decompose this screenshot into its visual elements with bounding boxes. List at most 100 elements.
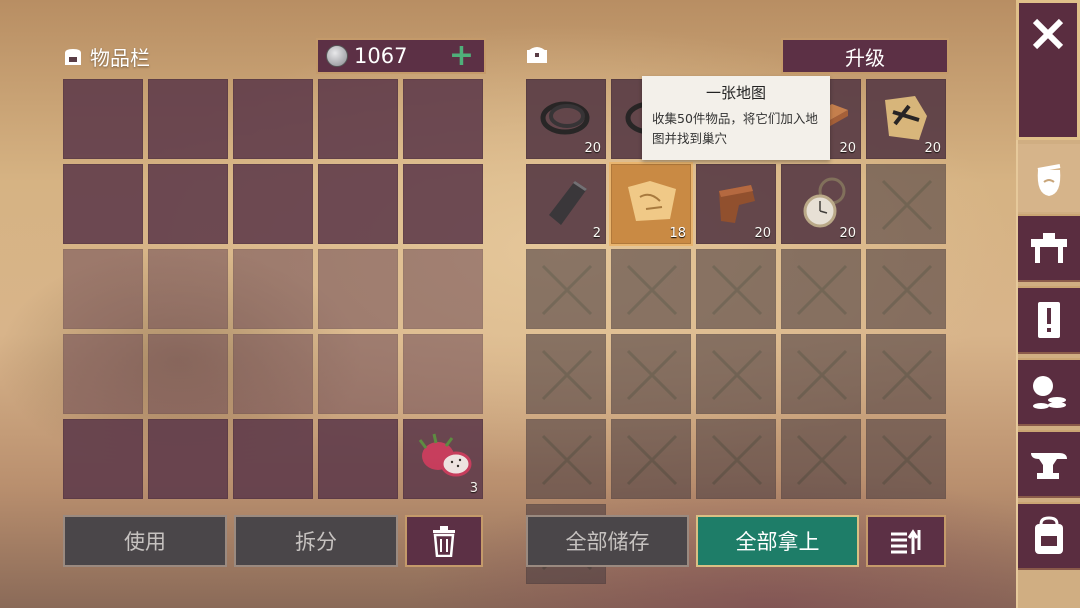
map-fragment-icon bbox=[885, 96, 927, 140]
add-currency-button[interactable]: + bbox=[449, 38, 474, 73]
whetstone-icon bbox=[549, 181, 587, 225]
locked-x-icon bbox=[626, 264, 678, 316]
inventory-slot[interactable] bbox=[63, 419, 143, 499]
inventory-slot[interactable] bbox=[403, 249, 483, 329]
currency-amount: 1067 bbox=[354, 44, 408, 68]
currency-box: 1067 + bbox=[316, 38, 486, 74]
take-all-button[interactable]: 全部拿上 bbox=[696, 515, 859, 567]
leather-icon bbox=[719, 185, 755, 223]
inventory-slot-dragonfruit[interactable]: 3 bbox=[403, 419, 483, 499]
store-all-button[interactable]: 全部储存 bbox=[526, 515, 689, 567]
inventory-slot[interactable] bbox=[233, 249, 313, 329]
close-button[interactable] bbox=[1016, 0, 1080, 140]
inventory-grid: 3 bbox=[63, 79, 483, 499]
item-quantity: 2 bbox=[592, 226, 601, 241]
storage-slot-locked bbox=[611, 334, 691, 414]
item-tooltip: 一张地图 收集50件物品，将它们加入地图并找到巢穴 bbox=[642, 76, 830, 160]
inventory-slot[interactable] bbox=[318, 249, 398, 329]
pocket-watch-icon bbox=[803, 177, 846, 228]
rope-icon bbox=[540, 101, 590, 135]
storage-slot-locked bbox=[866, 334, 946, 414]
inventory-slot[interactable] bbox=[233, 164, 313, 244]
item-quantity: 3 bbox=[469, 481, 478, 496]
storage-slot-locked bbox=[696, 334, 776, 414]
storage-slot-locked bbox=[526, 249, 606, 329]
inventory-slot[interactable] bbox=[233, 79, 313, 159]
inventory-slot[interactable] bbox=[63, 79, 143, 159]
locked-x-icon bbox=[881, 179, 933, 231]
tab-quests[interactable] bbox=[1018, 286, 1080, 354]
storage-slot-map-piece[interactable]: 20 bbox=[866, 79, 946, 159]
inventory-slot[interactable] bbox=[403, 334, 483, 414]
inventory-header: 物品栏 bbox=[62, 42, 150, 71]
storage-slot-pocket-watch[interactable]: 20 bbox=[781, 164, 861, 244]
use-button[interactable]: 使用 bbox=[63, 515, 227, 567]
storage-slot-locked bbox=[611, 249, 691, 329]
bag-icon bbox=[1035, 516, 1063, 554]
backpack-icon bbox=[65, 48, 81, 65]
inventory-slot[interactable] bbox=[318, 164, 398, 244]
pouch-icon bbox=[1037, 164, 1061, 196]
inventory-slot[interactable] bbox=[63, 334, 143, 414]
locked-x-icon bbox=[881, 349, 933, 401]
inventory-slot[interactable] bbox=[403, 164, 483, 244]
locked-x-icon bbox=[711, 349, 763, 401]
inventory-slot[interactable] bbox=[318, 79, 398, 159]
storage-slot-whetstone[interactable]: 2 bbox=[526, 164, 606, 244]
inventory-slot[interactable] bbox=[63, 249, 143, 329]
storage-slot-rope[interactable]: 20 bbox=[526, 79, 606, 159]
item-quantity: 20 bbox=[839, 141, 856, 156]
dragonfruit-icon bbox=[418, 433, 472, 477]
storage-slot-locked bbox=[611, 419, 691, 499]
inventory-slot[interactable] bbox=[148, 249, 228, 329]
split-button[interactable]: 拆分 bbox=[234, 515, 398, 567]
silver-coin-icon bbox=[326, 45, 348, 67]
tooltip-title: 一张地图 bbox=[705, 84, 766, 102]
workbench-icon bbox=[1031, 233, 1067, 263]
close-icon bbox=[1032, 18, 1064, 50]
quest-icon bbox=[1038, 302, 1060, 338]
item-quantity: 20 bbox=[924, 141, 941, 156]
inventory-slot[interactable] bbox=[148, 419, 228, 499]
storage-slot-locked bbox=[781, 249, 861, 329]
locked-x-icon bbox=[796, 349, 848, 401]
storage-slot-leather[interactable]: 20 bbox=[696, 164, 776, 244]
inventory-slot[interactable] bbox=[318, 334, 398, 414]
item-quantity: 18 bbox=[669, 226, 686, 241]
inventory-slot[interactable] bbox=[148, 79, 228, 159]
tab-crafting[interactable] bbox=[1018, 214, 1080, 282]
coins-icon bbox=[1033, 376, 1066, 409]
inventory-slot[interactable] bbox=[233, 419, 313, 499]
storage-slot-locked bbox=[866, 249, 946, 329]
inventory-slot[interactable] bbox=[63, 164, 143, 244]
storage-slot-locked bbox=[781, 419, 861, 499]
locked-x-icon bbox=[541, 434, 593, 486]
inventory-title: 物品栏 bbox=[90, 46, 150, 70]
inventory-slot[interactable] bbox=[403, 79, 483, 159]
inventory-slot[interactable] bbox=[233, 334, 313, 414]
locked-x-icon bbox=[711, 264, 763, 316]
item-quantity: 20 bbox=[839, 226, 856, 241]
locked-x-icon bbox=[881, 434, 933, 486]
locked-x-icon bbox=[541, 264, 593, 316]
storage-slot-locked bbox=[781, 334, 861, 414]
tab-trade[interactable] bbox=[1018, 358, 1080, 426]
storage-slot-map-selected[interactable]: 18 bbox=[609, 162, 693, 246]
anvil-icon bbox=[1031, 453, 1067, 479]
item-quantity: 20 bbox=[584, 141, 601, 156]
upgrade-button[interactable]: 升级 bbox=[781, 38, 949, 74]
trash-icon bbox=[433, 526, 455, 557]
delete-button[interactable] bbox=[405, 515, 483, 567]
locked-x-icon bbox=[626, 434, 678, 486]
tab-backpack[interactable] bbox=[1018, 502, 1080, 570]
locked-x-icon bbox=[626, 349, 678, 401]
inventory-slot[interactable] bbox=[318, 419, 398, 499]
inventory-slot[interactable] bbox=[148, 164, 228, 244]
item-quantity: 20 bbox=[754, 226, 771, 241]
tab-inventory[interactable] bbox=[1018, 144, 1080, 212]
sort-icon bbox=[891, 529, 921, 554]
tab-forge[interactable] bbox=[1018, 430, 1080, 498]
chest-icon bbox=[527, 47, 547, 63]
inventory-slot[interactable] bbox=[148, 334, 228, 414]
sort-button[interactable] bbox=[866, 515, 946, 567]
